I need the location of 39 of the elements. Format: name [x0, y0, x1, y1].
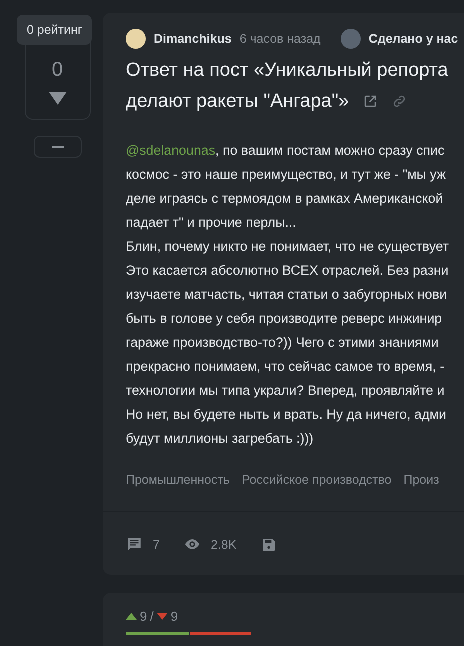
- post-text-line: Но нет, вы будете ныть и врать. Ну да ничего, адми: [126, 406, 446, 424]
- tag-link[interactable]: Промышленность: [126, 473, 230, 487]
- link-icon[interactable]: [392, 94, 408, 109]
- view-count: 2.8K: [210, 538, 237, 552]
- post-text-line: деле играясь с термоядом в рамках Американской: [126, 190, 444, 208]
- downvote-count: 9: [170, 609, 178, 624]
- tag-link[interactable]: Российское производство: [242, 473, 392, 487]
- post-text-line: падает т" и прочие перлы...: [126, 214, 296, 232]
- post-time: 6 часов назад: [240, 32, 321, 46]
- collapse-button[interactable]: [34, 136, 82, 158]
- rating-tooltip: 0 рейтинг: [17, 15, 92, 45]
- upvote-icon: [126, 613, 137, 620]
- community-name[interactable]: Сделано у нас: [368, 32, 458, 46]
- vote-separator: /: [150, 609, 154, 624]
- rating-value: 0: [52, 59, 64, 82]
- post-text-line: космос - это наше преимущество, и тут же - "мы уж: [126, 166, 446, 184]
- post-title[interactable]: делают ракеты "Ангара"»: [126, 86, 350, 117]
- mention-link[interactable]: @sdelanounas: [126, 143, 216, 158]
- post-text-line: прекрасно понимаем, что сейчас самое то время, -: [126, 358, 445, 376]
- post-text-line: быть в голове у себя производите реверс инжинир: [126, 310, 442, 328]
- post-text-line: Блин, почему никто не понимает, что не существует: [126, 238, 450, 256]
- comment-icon[interactable]: [126, 536, 143, 553]
- post-text-line: @sdelanounas, по вашим постам можно сразу спис: [126, 142, 445, 160]
- community-avatar[interactable]: [340, 29, 361, 49]
- post-text-line: изучаете матчасть, читая статьи о забугорных нови: [126, 286, 448, 304]
- post-text-line: будут миллионы загребать :))): [126, 430, 314, 448]
- minus-icon: [52, 146, 64, 148]
- upvote-count: 9: [140, 609, 148, 624]
- post-text-line: гараже производство-то?)) Чего с этими знаниями: [126, 334, 439, 352]
- post-text-line: Это касается абсолютно ВСЕХ отраслей. Без разни: [126, 262, 449, 280]
- external-link-icon[interactable]: [363, 94, 378, 109]
- downvote-icon[interactable]: [48, 92, 66, 105]
- tag-link[interactable]: Произ: [404, 473, 440, 487]
- post-title[interactable]: Ответ на пост «Уникальный репорта: [126, 55, 448, 86]
- downvote-icon: [156, 613, 168, 620]
- post-text-line: технологии мы типа украли? Вперед, проявляйте и: [126, 382, 445, 400]
- avatar[interactable]: [126, 29, 146, 49]
- comment-count: 7: [153, 538, 160, 552]
- author-name[interactable]: Dimanchikus: [154, 32, 232, 46]
